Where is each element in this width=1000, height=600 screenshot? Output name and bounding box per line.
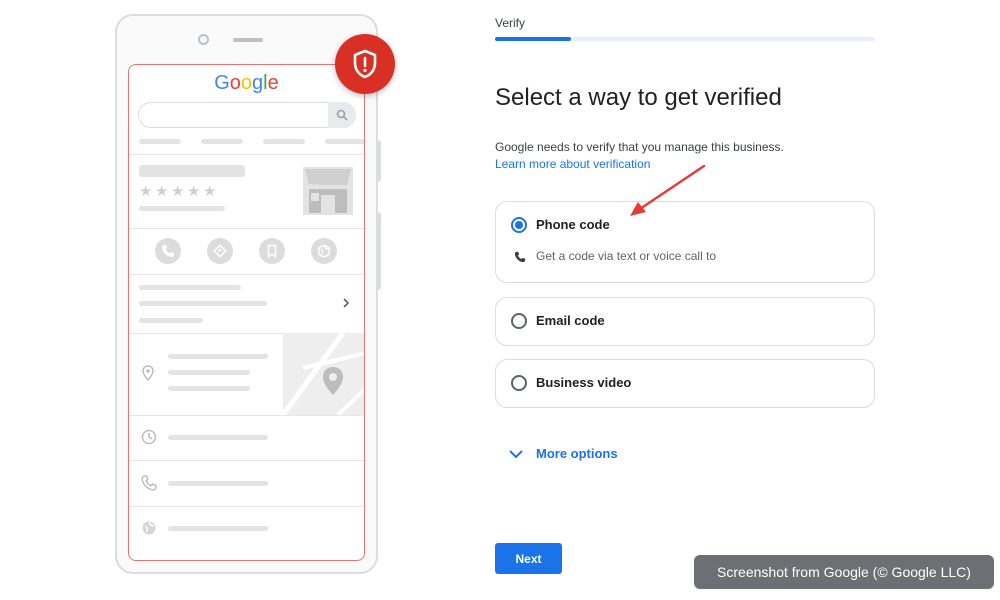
option-business-video[interactable]: Business video bbox=[495, 359, 875, 408]
shield-alert-icon bbox=[353, 49, 377, 79]
phone-icon bbox=[514, 251, 526, 263]
mock-search-bar bbox=[138, 102, 356, 128]
option-label: Business video bbox=[536, 375, 632, 390]
placeholder-bar bbox=[168, 435, 268, 440]
bookmark-icon bbox=[259, 238, 285, 264]
placeholder-bar bbox=[139, 285, 241, 290]
placeholder-bar bbox=[168, 481, 268, 486]
next-button[interactable]: Next bbox=[495, 543, 562, 574]
search-icon bbox=[336, 109, 348, 121]
phone-screen: Google ★ ★ ★ ★ ★ bbox=[128, 64, 365, 561]
star-icon: ★ bbox=[155, 183, 169, 200]
star-icon: ★ bbox=[139, 183, 153, 200]
placeholder-bar bbox=[263, 139, 305, 144]
placeholder-bar bbox=[139, 206, 225, 211]
phone-icon bbox=[141, 475, 157, 491]
placeholder-bar bbox=[168, 370, 250, 375]
directions-icon bbox=[207, 238, 233, 264]
option-detail: Get a code via text or voice call to bbox=[536, 249, 717, 263]
divider bbox=[129, 228, 364, 229]
divider bbox=[129, 460, 364, 461]
divider bbox=[129, 415, 364, 416]
storefront-icon bbox=[303, 167, 353, 215]
camera-icon bbox=[198, 34, 209, 45]
divider bbox=[129, 154, 364, 155]
divider bbox=[129, 274, 364, 275]
globe-icon bbox=[311, 238, 337, 264]
progress-bar bbox=[495, 37, 875, 41]
placeholder-bar bbox=[139, 318, 203, 323]
logo-letter: g bbox=[252, 72, 264, 94]
placeholder-bar bbox=[139, 165, 245, 177]
star-icon: ★ bbox=[187, 183, 201, 200]
star-icon: ★ bbox=[171, 183, 185, 200]
progress-fill bbox=[495, 37, 571, 41]
placeholder-bar bbox=[139, 139, 181, 144]
radio-button[interactable] bbox=[511, 313, 527, 329]
logo-letter: o bbox=[240, 72, 253, 94]
option-email-code[interactable]: Email code bbox=[495, 297, 875, 346]
chevron-right-icon bbox=[343, 298, 350, 308]
mock-search-button bbox=[328, 102, 356, 128]
placeholder-bar bbox=[201, 139, 243, 144]
image-credit: Screenshot from Google (© Google LLC) bbox=[694, 555, 994, 589]
placeholder-bar bbox=[325, 139, 364, 144]
clock-icon bbox=[141, 429, 157, 445]
globe-icon bbox=[142, 521, 156, 535]
phone-side-button bbox=[376, 212, 381, 290]
radio-button[interactable] bbox=[511, 375, 527, 391]
star-icon: ★ bbox=[203, 183, 217, 200]
option-label: Phone code bbox=[536, 217, 610, 232]
page-title: Select a way to get verified bbox=[495, 84, 782, 111]
logo-letter: G bbox=[214, 72, 230, 94]
speaker-grille bbox=[233, 38, 263, 42]
phone-side-button bbox=[376, 140, 381, 182]
placeholder-bar bbox=[139, 301, 267, 306]
placeholder-bar bbox=[168, 354, 268, 359]
description-text: Google needs to verify that you manage t… bbox=[495, 140, 784, 154]
google-logo: Google bbox=[129, 72, 364, 95]
logo-letter: e bbox=[267, 72, 279, 94]
map-thumbnail bbox=[283, 333, 364, 415]
placeholder-bar bbox=[168, 526, 268, 531]
location-pin-icon bbox=[142, 365, 154, 381]
step-label: Verify bbox=[495, 16, 526, 30]
placeholder-bar bbox=[168, 386, 250, 391]
logo-letter: o bbox=[229, 72, 241, 94]
phone-icon bbox=[155, 238, 181, 264]
option-label: Email code bbox=[536, 313, 605, 328]
more-options-label: More options bbox=[536, 446, 618, 461]
security-badge bbox=[335, 34, 395, 94]
annotation-arrow-icon bbox=[630, 164, 706, 216]
divider bbox=[129, 506, 364, 507]
chevron-down-icon bbox=[509, 450, 523, 459]
radio-button-selected[interactable] bbox=[511, 217, 527, 233]
